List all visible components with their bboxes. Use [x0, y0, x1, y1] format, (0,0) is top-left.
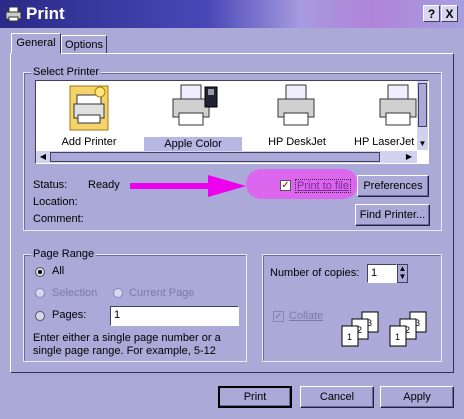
copies-label: Number of copies:: [270, 267, 360, 279]
printer-label: Add Printer: [61, 136, 117, 148]
tab-general[interactable]: General: [11, 33, 61, 54]
pages-radio[interactable]: [35, 311, 45, 321]
svg-text:1: 1: [395, 332, 400, 342]
print-to-file-label[interactable]: Print to file: [295, 179, 351, 193]
collate-pages-icon: 3 2 1: [389, 311, 427, 347]
printer-icon: [5, 6, 22, 22]
printer-icon: [379, 84, 417, 126]
status-value: Ready: [88, 179, 120, 191]
apply-button[interactable]: Apply: [380, 386, 454, 408]
printer-list-vscrollbar[interactable]: ▼: [417, 81, 428, 150]
help-button[interactable]: ?: [423, 5, 440, 22]
printer-icon: [172, 84, 218, 126]
copies-input[interactable]: 1: [367, 264, 397, 283]
scroll-down-arrow-icon[interactable]: ▼: [418, 139, 427, 148]
pages-label[interactable]: Pages:: [52, 309, 86, 321]
scrollbar-thumb[interactable]: [50, 152, 380, 162]
find-printer-button[interactable]: Find Printer...: [355, 204, 430, 226]
add-printer-icon: [69, 85, 109, 131]
all-label[interactable]: All: [52, 265, 64, 277]
copies-spinner[interactable]: ▲ ▼: [397, 264, 408, 283]
svg-text:1: 1: [347, 332, 352, 342]
page-range-label: Page Range: [31, 248, 97, 260]
collate-checkbox[interactable]: ✓: [273, 311, 284, 322]
select-printer-label: Select Printer: [31, 66, 102, 78]
current-page-radio[interactable]: [113, 288, 123, 298]
print-to-file-checkbox[interactable]: ✓: [280, 180, 291, 191]
printer-item-apple-color[interactable]: Apple Color: [144, 81, 242, 152]
printer-item-add[interactable]: Add Printer: [58, 81, 120, 151]
tab-options[interactable]: Options: [61, 35, 107, 54]
highlight-arrow: [130, 175, 246, 197]
printer-icon: [277, 84, 315, 126]
printer-list-hscrollbar[interactable]: ◀ ▶: [36, 151, 417, 163]
printer-list[interactable]: Add Printer Apple Color HP DeskJet HP La…: [35, 80, 429, 164]
page-range-hint: Enter either a single page number or a s…: [33, 332, 221, 357]
scrollbar-thumb[interactable]: [418, 83, 427, 127]
pages-input[interactable]: 1: [110, 306, 239, 326]
close-button[interactable]: X: [441, 5, 458, 22]
print-button[interactable]: Print: [218, 386, 292, 408]
preferences-button[interactable]: Preferences: [357, 175, 429, 197]
scroll-left-arrow-icon[interactable]: ◀: [38, 152, 48, 161]
selection-label[interactable]: Selection: [52, 287, 97, 299]
collate-label[interactable]: Collate: [289, 310, 323, 322]
spin-down-arrow-icon[interactable]: ▼: [398, 273, 407, 281]
printer-label: Apple Color: [144, 137, 242, 152]
printer-label: HP DeskJet: [268, 136, 326, 148]
printer-item-hp-deskjet[interactable]: HP DeskJet: [258, 81, 336, 151]
selection-radio[interactable]: [35, 288, 45, 298]
window-title: Print: [26, 4, 65, 23]
comment-label: Comment:: [33, 213, 84, 225]
cancel-button[interactable]: Cancel: [300, 386, 374, 408]
collate-pages-icon: 3 2 1: [341, 311, 379, 347]
location-label: Location:: [33, 196, 78, 208]
title-bar[interactable]: [0, 0, 464, 28]
scroll-right-arrow-icon[interactable]: ▶: [404, 152, 414, 161]
status-label: Status:: [33, 179, 68, 191]
all-radio[interactable]: [35, 267, 45, 277]
current-page-label[interactable]: Current Page: [129, 287, 194, 299]
